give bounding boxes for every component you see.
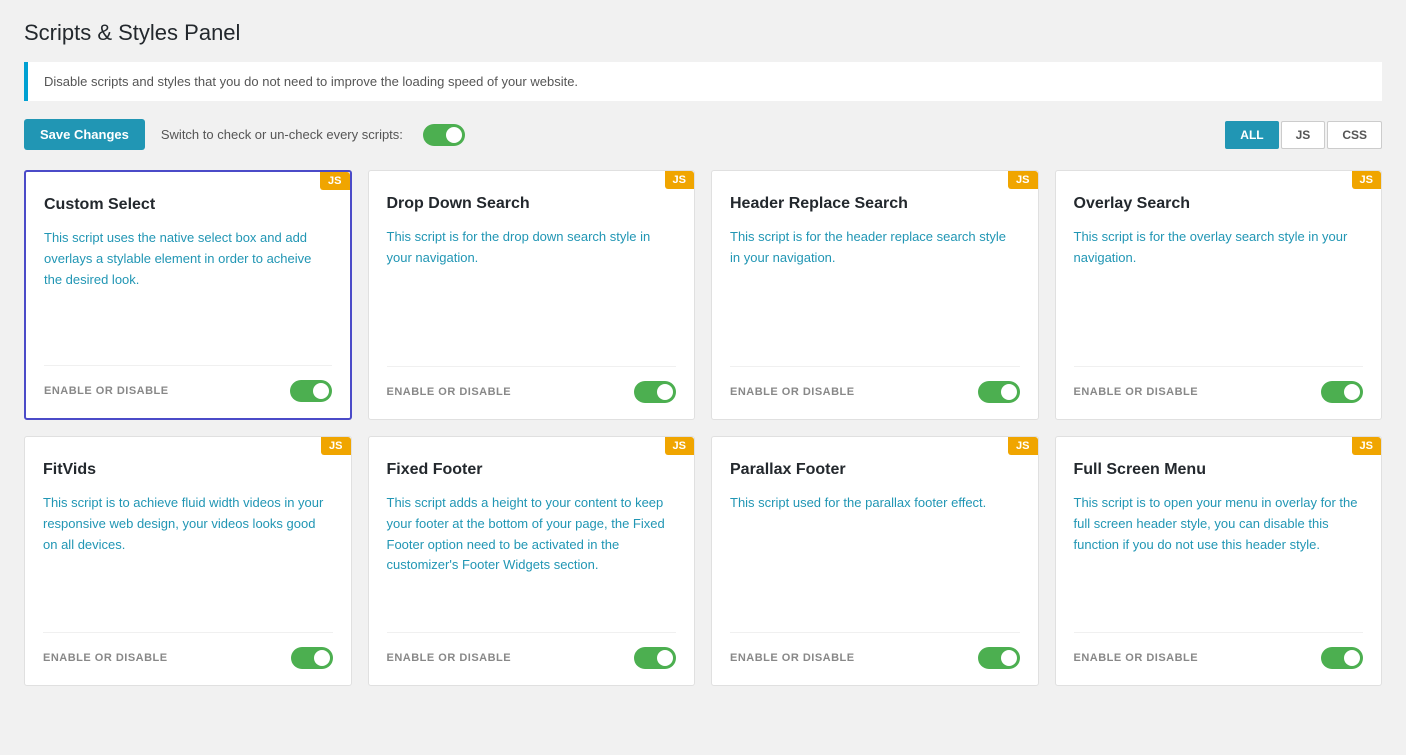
- card-title-custom-select: Custom Select: [44, 196, 332, 214]
- card-badge-parallax-footer: JS: [1008, 437, 1037, 455]
- card-footer-drop-down-search: ENABLE OR DISABLE: [387, 366, 677, 403]
- card-overlay-search: JS Overlay Search This script is for the…: [1055, 170, 1383, 420]
- card-desc-full-screen-menu: This script is to open your menu in over…: [1074, 493, 1364, 612]
- filter-css-button[interactable]: CSS: [1327, 121, 1382, 149]
- card-badge-drop-down-search: JS: [665, 171, 694, 189]
- global-toggle-slider: [423, 124, 465, 146]
- enable-label-overlay-search: ENABLE OR DISABLE: [1074, 386, 1199, 398]
- slider-overlay-search: [1321, 381, 1363, 403]
- card-footer-custom-select: ENABLE OR DISABLE: [44, 365, 332, 402]
- slider-parallax-footer: [978, 647, 1020, 669]
- card-header-replace-search: JS Header Replace Search This script is …: [711, 170, 1039, 420]
- card-title-parallax-footer: Parallax Footer: [730, 461, 1020, 479]
- toggle-drop-down-search[interactable]: [634, 381, 676, 403]
- page-wrapper: Scripts & Styles Panel Disable scripts a…: [0, 0, 1406, 706]
- toggle-overlay-search[interactable]: [1321, 381, 1363, 403]
- card-title-fixed-footer: Fixed Footer: [387, 461, 677, 479]
- card-fixed-footer: JS Fixed Footer This script adds a heigh…: [368, 436, 696, 686]
- card-badge-fixed-footer: JS: [665, 437, 694, 455]
- slider-drop-down-search: [634, 381, 676, 403]
- card-badge-overlay-search: JS: [1352, 171, 1381, 189]
- card-badge-fitvids: JS: [321, 437, 350, 455]
- enable-label-header-replace-search: ENABLE OR DISABLE: [730, 386, 855, 398]
- card-desc-parallax-footer: This script used for the parallax footer…: [730, 493, 1020, 612]
- card-footer-full-screen-menu: ENABLE OR DISABLE: [1074, 632, 1364, 669]
- card-title-header-replace-search: Header Replace Search: [730, 195, 1020, 213]
- filter-js-button[interactable]: JS: [1281, 121, 1326, 149]
- save-button[interactable]: Save Changes: [24, 119, 145, 150]
- card-title-full-screen-menu: Full Screen Menu: [1074, 461, 1364, 479]
- toggle-custom-select[interactable]: [290, 380, 332, 402]
- slider-header-replace-search: [978, 381, 1020, 403]
- enable-label-drop-down-search: ENABLE OR DISABLE: [387, 386, 512, 398]
- card-desc-fitvids: This script is to achieve fluid width vi…: [43, 493, 333, 612]
- card-desc-overlay-search: This script is for the overlay search st…: [1074, 227, 1364, 346]
- global-toggle[interactable]: [423, 124, 465, 146]
- card-title-drop-down-search: Drop Down Search: [387, 195, 677, 213]
- card-badge-full-screen-menu: JS: [1352, 437, 1381, 455]
- filter-buttons: ALL JS CSS: [1225, 121, 1382, 149]
- notice-text: Disable scripts and styles that you do n…: [44, 74, 578, 89]
- enable-label-full-screen-menu: ENABLE OR DISABLE: [1074, 652, 1199, 664]
- enable-label-parallax-footer: ENABLE OR DISABLE: [730, 652, 855, 664]
- slider-fitvids: [291, 647, 333, 669]
- page-title: Scripts & Styles Panel: [24, 20, 1382, 46]
- card-footer-header-replace-search: ENABLE OR DISABLE: [730, 366, 1020, 403]
- card-parallax-footer: JS Parallax Footer This script used for …: [711, 436, 1039, 686]
- card-footer-parallax-footer: ENABLE OR DISABLE: [730, 632, 1020, 669]
- card-title-fitvids: FitVids: [43, 461, 333, 479]
- card-footer-fitvids: ENABLE OR DISABLE: [43, 632, 333, 669]
- toggle-parallax-footer[interactable]: [978, 647, 1020, 669]
- notice-bar: Disable scripts and styles that you do n…: [24, 62, 1382, 101]
- toolbar: Save Changes Switch to check or un-check…: [24, 119, 1382, 150]
- card-fitvids: JS FitVids This script is to achieve flu…: [24, 436, 352, 686]
- card-badge-header-replace-search: JS: [1008, 171, 1037, 189]
- card-footer-fixed-footer: ENABLE OR DISABLE: [387, 632, 677, 669]
- enable-label-fixed-footer: ENABLE OR DISABLE: [387, 652, 512, 664]
- card-desc-fixed-footer: This script adds a height to your conten…: [387, 493, 677, 612]
- card-title-overlay-search: Overlay Search: [1074, 195, 1364, 213]
- toggle-header-replace-search[interactable]: [978, 381, 1020, 403]
- card-drop-down-search: JS Drop Down Search This script is for t…: [368, 170, 696, 420]
- card-full-screen-menu: JS Full Screen Menu This script is to op…: [1055, 436, 1383, 686]
- switch-label: Switch to check or un-check every script…: [161, 127, 403, 142]
- card-desc-header-replace-search: This script is for the header replace se…: [730, 227, 1020, 346]
- card-desc-custom-select: This script uses the native select box a…: [44, 228, 332, 345]
- enable-label-custom-select: ENABLE OR DISABLE: [44, 385, 169, 397]
- toggle-full-screen-menu[interactable]: [1321, 647, 1363, 669]
- enable-label-fitvids: ENABLE OR DISABLE: [43, 652, 168, 664]
- card-custom-select: JS Custom Select This script uses the na…: [24, 170, 352, 420]
- slider-fixed-footer: [634, 647, 676, 669]
- slider-full-screen-menu: [1321, 647, 1363, 669]
- toggle-fitvids[interactable]: [291, 647, 333, 669]
- toggle-fixed-footer[interactable]: [634, 647, 676, 669]
- card-footer-overlay-search: ENABLE OR DISABLE: [1074, 366, 1364, 403]
- card-badge-custom-select: JS: [320, 172, 349, 190]
- filter-all-button[interactable]: ALL: [1225, 121, 1278, 149]
- slider-custom-select: [290, 380, 332, 402]
- cards-grid: JS Custom Select This script uses the na…: [24, 170, 1382, 686]
- card-desc-drop-down-search: This script is for the drop down search …: [387, 227, 677, 346]
